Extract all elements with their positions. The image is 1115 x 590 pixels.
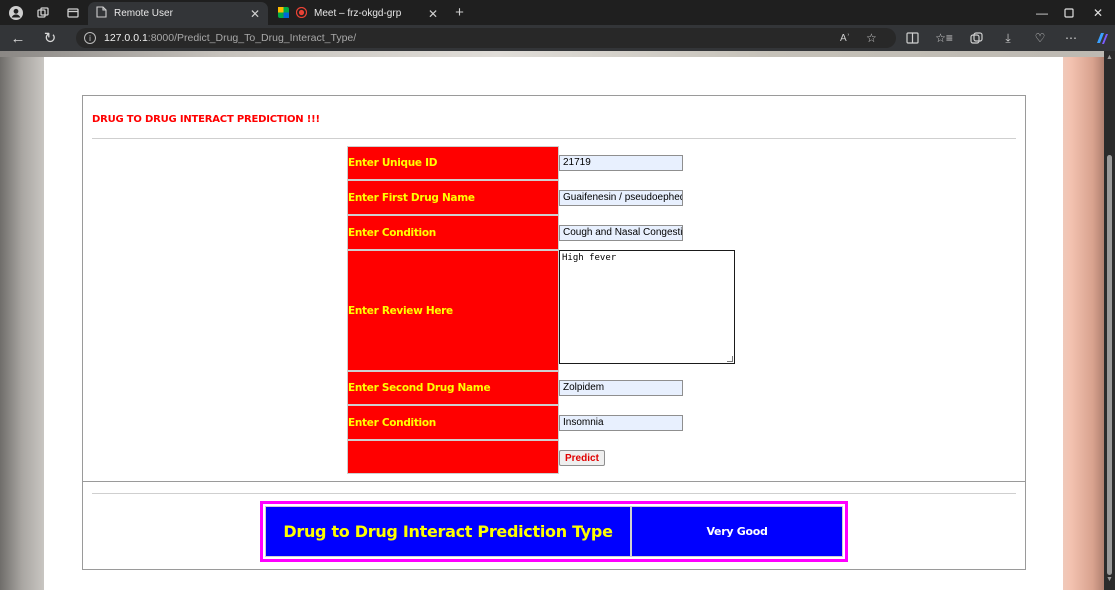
- page-title: DRUG TO DRUG INTERACT PREDICTION !!!: [92, 114, 320, 125]
- review-textarea[interactable]: High fever: [559, 250, 735, 364]
- scrollbar-thumb[interactable]: [1107, 155, 1112, 575]
- url-host: 127.0.0.1: [104, 32, 148, 44]
- condition-cell: Cough and Nasal Congestio: [559, 215, 759, 250]
- condition-2-label: Enter Condition: [347, 405, 559, 440]
- scroll-up-icon[interactable]: ▲: [1105, 54, 1114, 61]
- split-screen-icon[interactable]: [904, 30, 920, 46]
- address-bar[interactable]: i 127.0.0.1:8000/Predict_Drug_To_Drug_In…: [76, 28, 896, 48]
- tab-title: Meet – frz-okgd-grp: [314, 8, 402, 19]
- result-table: Drug to Drug Interact Prediction Type Ve…: [260, 501, 848, 562]
- unique-id-cell: 21719: [559, 146, 759, 180]
- close-window-icon[interactable]: ✕: [1081, 3, 1115, 22]
- review-cell: High fever: [559, 250, 759, 371]
- divider: [92, 493, 1016, 494]
- second-drug-label: Enter Second Drug Name: [347, 371, 559, 405]
- downloads-icon[interactable]: ⤓: [1000, 30, 1016, 46]
- read-aloud-icon[interactable]: Aʾ: [840, 33, 850, 44]
- back-icon[interactable]: ←: [8, 29, 28, 47]
- condition-2-cell: Insomnia: [559, 405, 759, 440]
- first-drug-input[interactable]: Guaifenesin / pseudoephed: [559, 189, 683, 206]
- tab-meet[interactable]: Meet – frz-okgd-grp ✕: [270, 2, 446, 25]
- close-tab-icon[interactable]: ✕: [428, 7, 438, 21]
- unique-id-label: Enter Unique ID: [347, 146, 559, 180]
- first-drug-cell: Guaifenesin / pseudoephed: [559, 180, 759, 215]
- second-drug-cell: Zolpidem: [559, 371, 759, 405]
- predict-button[interactable]: Predict: [559, 450, 605, 467]
- collections-icon[interactable]: [968, 30, 984, 46]
- new-tab-icon[interactable]: +: [451, 4, 468, 21]
- copilot-icon[interactable]: [1093, 30, 1109, 46]
- favorite-star-icon[interactable]: ☆: [866, 31, 877, 45]
- browser-essentials-icon[interactable]: ♡: [1032, 30, 1048, 46]
- content-panel: DRUG TO DRUG INTERACT PREDICTION !!! Ent…: [44, 57, 1063, 590]
- first-drug-label: Enter First Drug Name: [347, 180, 559, 215]
- page-icon: [96, 6, 107, 21]
- tab-actions-icon[interactable]: [64, 4, 81, 21]
- workspaces-icon[interactable]: [34, 4, 51, 21]
- more-menu-icon[interactable]: ⋯: [1063, 30, 1079, 46]
- meet-icon: [278, 6, 289, 21]
- second-drug-input[interactable]: Zolpidem: [559, 380, 683, 396]
- resize-grip-icon[interactable]: [727, 356, 733, 362]
- condition-2-input[interactable]: Insomnia: [559, 414, 683, 431]
- prediction-form-box: DRUG TO DRUG INTERACT PREDICTION !!! Ent…: [82, 95, 1026, 482]
- page-scrollbar[interactable]: ▲ ▼: [1104, 51, 1115, 590]
- browser-toolbar: ← ↻ i 127.0.0.1:8000/Predict_Drug_To_Dru…: [0, 25, 1115, 51]
- unique-id-input[interactable]: 21719: [559, 155, 683, 171]
- condition-input[interactable]: Cough and Nasal Congestio: [559, 224, 683, 241]
- page-viewport: DRUG TO DRUG INTERACT PREDICTION !!! Ent…: [0, 51, 1104, 590]
- refresh-icon[interactable]: ↻: [40, 29, 60, 47]
- close-tab-icon[interactable]: ✕: [250, 7, 260, 21]
- prediction-form: Enter Unique ID 21719 Enter First Drug N…: [347, 146, 759, 474]
- condition-label: Enter Condition: [347, 215, 559, 250]
- result-box: Drug to Drug Interact Prediction Type Ve…: [82, 482, 1026, 570]
- divider: [92, 138, 1016, 139]
- browser-tab-bar: Remote User ✕ Meet – frz-okgd-grp ✕ + — …: [0, 0, 1115, 25]
- scroll-down-icon[interactable]: ▼: [1105, 576, 1114, 583]
- result-value: Very Good: [631, 506, 843, 557]
- predict-cell: Predict: [559, 440, 759, 474]
- site-info-icon[interactable]: i: [84, 32, 96, 44]
- recording-icon: [295, 6, 308, 21]
- tab-remote-user[interactable]: Remote User ✕: [88, 2, 268, 25]
- review-text: High fever: [562, 253, 617, 263]
- empty-label-cell: [347, 440, 559, 474]
- url-path: :8000/Predict_Drug_To_Drug_Interact_Type…: [147, 32, 357, 44]
- favorites-icon[interactable]: ☆≡: [935, 30, 953, 46]
- result-row: Drug to Drug Interact Prediction Type Ve…: [265, 506, 843, 557]
- review-label: Enter Review Here: [347, 250, 559, 371]
- tab-title: Remote User: [114, 8, 173, 19]
- result-label: Drug to Drug Interact Prediction Type: [265, 506, 631, 557]
- profile-icon[interactable]: [7, 4, 24, 21]
